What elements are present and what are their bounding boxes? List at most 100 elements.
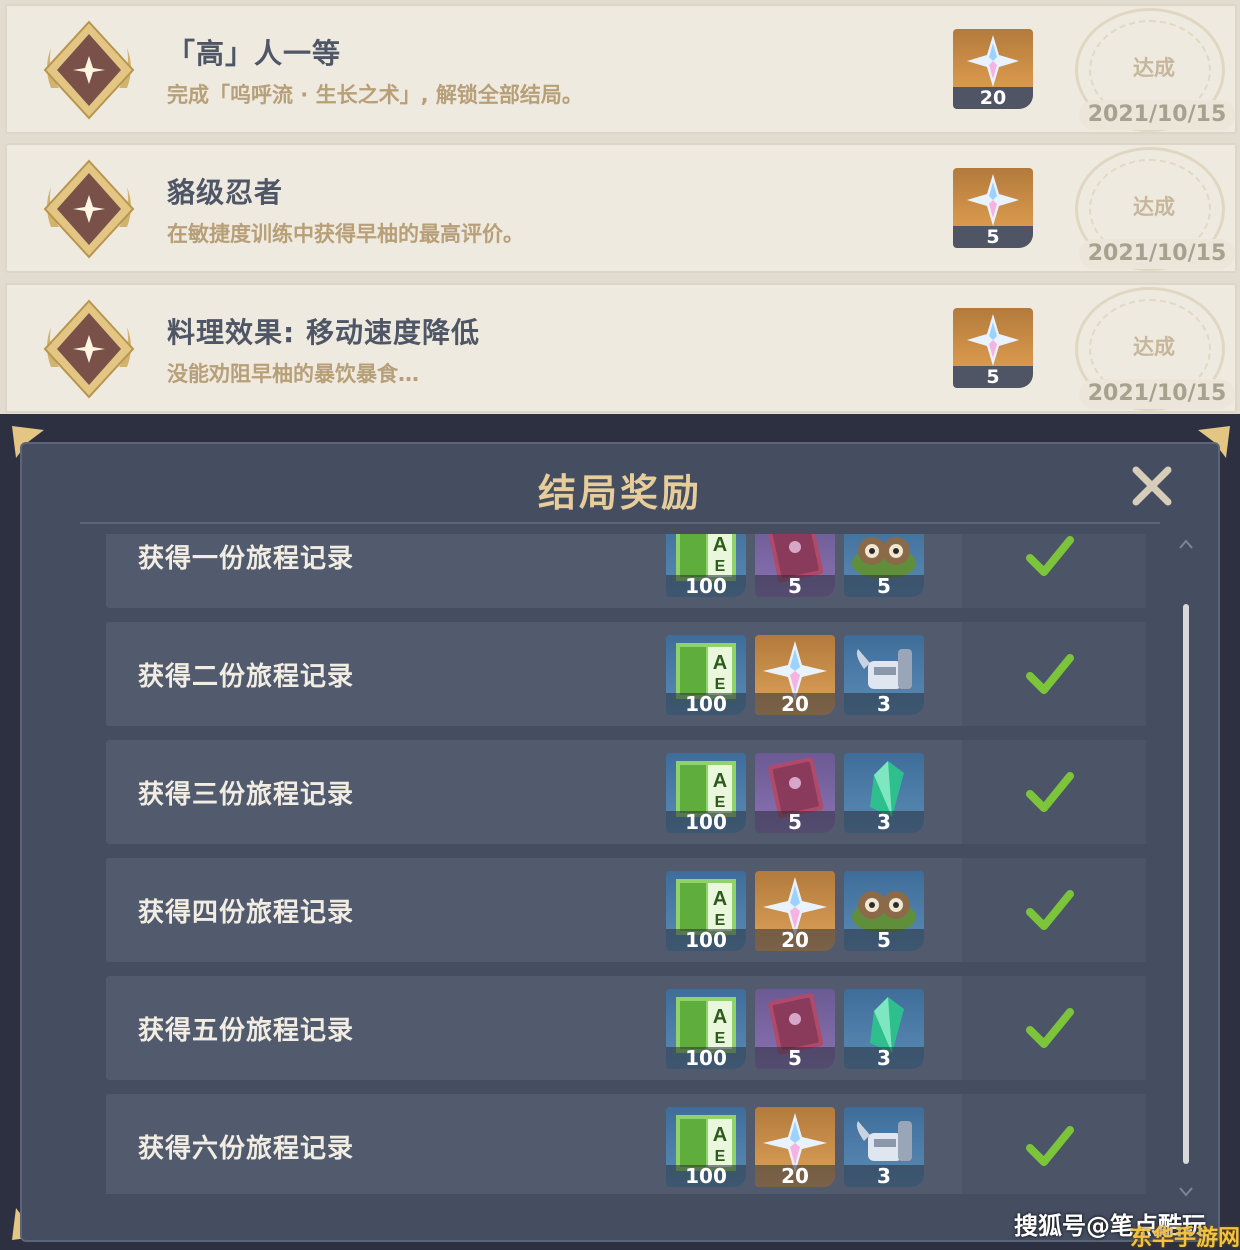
reward-item[interactable]: 5: [844, 871, 924, 951]
item-count: 20: [755, 929, 835, 951]
item-count: 5: [844, 929, 924, 951]
item-count: 5: [844, 575, 924, 597]
watermark-logo: 东华手游网: [1130, 1226, 1240, 1250]
reward-item[interactable]: 5: [844, 534, 924, 597]
reward-item[interactable]: 20: [755, 871, 835, 951]
primogem-icon: [967, 174, 1019, 226]
achievement-card[interactable]: 貉级忍者 在敏捷度训练中获得早柚的最高评价。 5 达成 2021/10/15: [5, 143, 1237, 273]
scroll-down-icon[interactable]: [1178, 1186, 1194, 1198]
reward-row[interactable]: 获得六份旅程记录 A E 100 20 3: [106, 1094, 1146, 1194]
reward-row[interactable]: 获得五份旅程记录 A E 100 5 3: [106, 976, 1146, 1080]
svg-text:A: A: [713, 770, 727, 792]
endings-reward-dialog: 结局奖励 获得一份旅程记录 A E 100 5 5 获得二份旅程记录 A E 100 20 3 获得三份…: [0, 414, 1240, 1250]
checkmark-icon: [1026, 1008, 1074, 1048]
primogem-reward[interactable]: 5: [953, 308, 1033, 388]
primogem-reward[interactable]: 20: [953, 29, 1033, 109]
reward-item[interactable]: 3: [844, 635, 924, 715]
row-label: 获得五份旅程记录: [138, 1016, 355, 1046]
reward-row[interactable]: 获得四份旅程记录 A E 100 20 5: [106, 858, 1146, 962]
reward-item[interactable]: A E 100: [666, 753, 746, 833]
reward-item[interactable]: 20: [755, 1107, 835, 1187]
checkmark-icon: [1026, 772, 1074, 812]
achievement-desc: 完成「呜呼流 · 生长之术」, 解锁全部结局。: [167, 83, 583, 107]
title-divider: [80, 522, 1160, 524]
svg-text:E: E: [715, 1030, 726, 1047]
item-count: 20: [755, 1165, 835, 1187]
row-label: 获得六份旅程记录: [138, 1134, 355, 1164]
svg-text:E: E: [715, 558, 726, 575]
primogem-reward[interactable]: 5: [953, 168, 1033, 248]
reward-item[interactable]: 5: [755, 753, 835, 833]
scroll-up-icon[interactable]: [1178, 538, 1194, 550]
reward-row[interactable]: 获得二份旅程记录 A E 100 20 3: [106, 622, 1146, 726]
item-count: 3: [844, 693, 924, 715]
item-count: 3: [844, 1047, 924, 1069]
achieved-stamp: 达成 2021/10/15: [1069, 287, 1235, 411]
svg-text:A: A: [713, 652, 727, 674]
primogem-icon: [967, 35, 1019, 87]
checkmark-icon: [1026, 1126, 1074, 1166]
row-label: 获得四份旅程记录: [138, 898, 355, 928]
item-count: 100: [666, 1165, 746, 1187]
svg-text:A: A: [713, 1124, 727, 1146]
checkmark-icon: [1026, 536, 1074, 576]
reward-row[interactable]: 获得三份旅程记录 A E 100 5 3: [106, 740, 1146, 844]
checkmark-icon: [1026, 654, 1074, 694]
reward-item[interactable]: A E 100: [666, 635, 746, 715]
item-count: 3: [844, 811, 924, 833]
reward-item[interactable]: 3: [844, 1107, 924, 1187]
achieved-stamp: 达成 2021/10/15: [1069, 8, 1235, 132]
reward-item[interactable]: 20: [755, 635, 835, 715]
item-count: 100: [666, 693, 746, 715]
row-label: 获得二份旅程记录: [138, 662, 355, 692]
item-count: 5: [755, 1047, 835, 1069]
reward-item[interactable]: A E 100: [666, 534, 746, 597]
reward-item[interactable]: 5: [755, 534, 835, 597]
stamp-date: 2021/10/15: [1079, 239, 1235, 269]
achieved-stamp: 达成 2021/10/15: [1069, 147, 1235, 271]
reward-item[interactable]: 3: [844, 753, 924, 833]
item-count: 5: [755, 811, 835, 833]
item-count: 100: [666, 575, 746, 597]
achievement-title: 「高」人一等: [167, 37, 342, 70]
reward-row[interactable]: 获得一份旅程记录 A E 100 5 5: [106, 534, 1146, 608]
item-count: 100: [666, 929, 746, 951]
medal-icon: [43, 299, 135, 399]
reward-rows[interactable]: 获得一份旅程记录 A E 100 5 5 获得二份旅程记录 A E 100 20 3 获得三份旅程记录 A…: [106, 534, 1146, 1194]
reward-item[interactable]: A E 100: [666, 1107, 746, 1187]
reward-item[interactable]: 3: [844, 989, 924, 1069]
stamp-status: 达成: [1133, 56, 1175, 80]
reward-item[interactable]: A E 100: [666, 871, 746, 951]
stamp-date: 2021/10/15: [1079, 379, 1235, 409]
item-count: 3: [844, 1165, 924, 1187]
item-count: 100: [666, 811, 746, 833]
close-icon[interactable]: [1128, 462, 1176, 510]
dialog-title: 结局奖励: [537, 471, 702, 515]
row-label: 获得三份旅程记录: [138, 780, 355, 810]
item-count: 5: [755, 575, 835, 597]
achievement-card[interactable]: 料理效果: 移动速度降低 没能劝阻早柚的暴饮暴食… 5 达成 2021/10/1…: [5, 283, 1237, 413]
stamp-status: 达成: [1133, 335, 1175, 359]
stamp-status: 达成: [1133, 195, 1175, 219]
reward-count: 5: [953, 366, 1033, 388]
primogem-icon: [967, 314, 1019, 366]
item-count: 20: [755, 693, 835, 715]
reward-count: 20: [953, 87, 1033, 109]
svg-text:E: E: [715, 676, 726, 693]
svg-text:A: A: [713, 888, 727, 910]
achievement-title: 料理效果: 移动速度降低: [167, 316, 480, 349]
reward-item[interactable]: 5: [755, 989, 835, 1069]
svg-text:A: A: [713, 1006, 727, 1028]
scrollbar-thumb[interactable]: [1183, 604, 1189, 1164]
achievement-title: 貉级忍者: [167, 176, 284, 209]
svg-text:A: A: [713, 534, 727, 556]
achievement-card[interactable]: 「高」人一等 完成「呜呼流 · 生长之术」, 解锁全部结局。 20 达成 202…: [5, 4, 1237, 134]
medal-icon: [43, 20, 135, 120]
checkmark-icon: [1026, 890, 1074, 930]
achievement-list: 「高」人一等 完成「呜呼流 · 生长之术」, 解锁全部结局。 20 达成 202…: [0, 0, 1240, 414]
achievement-desc: 在敏捷度训练中获得早柚的最高评价。: [167, 222, 524, 246]
medal-icon: [43, 159, 135, 259]
item-count: 100: [666, 1047, 746, 1069]
reward-item[interactable]: A E 100: [666, 989, 746, 1069]
svg-text:E: E: [715, 1148, 726, 1165]
